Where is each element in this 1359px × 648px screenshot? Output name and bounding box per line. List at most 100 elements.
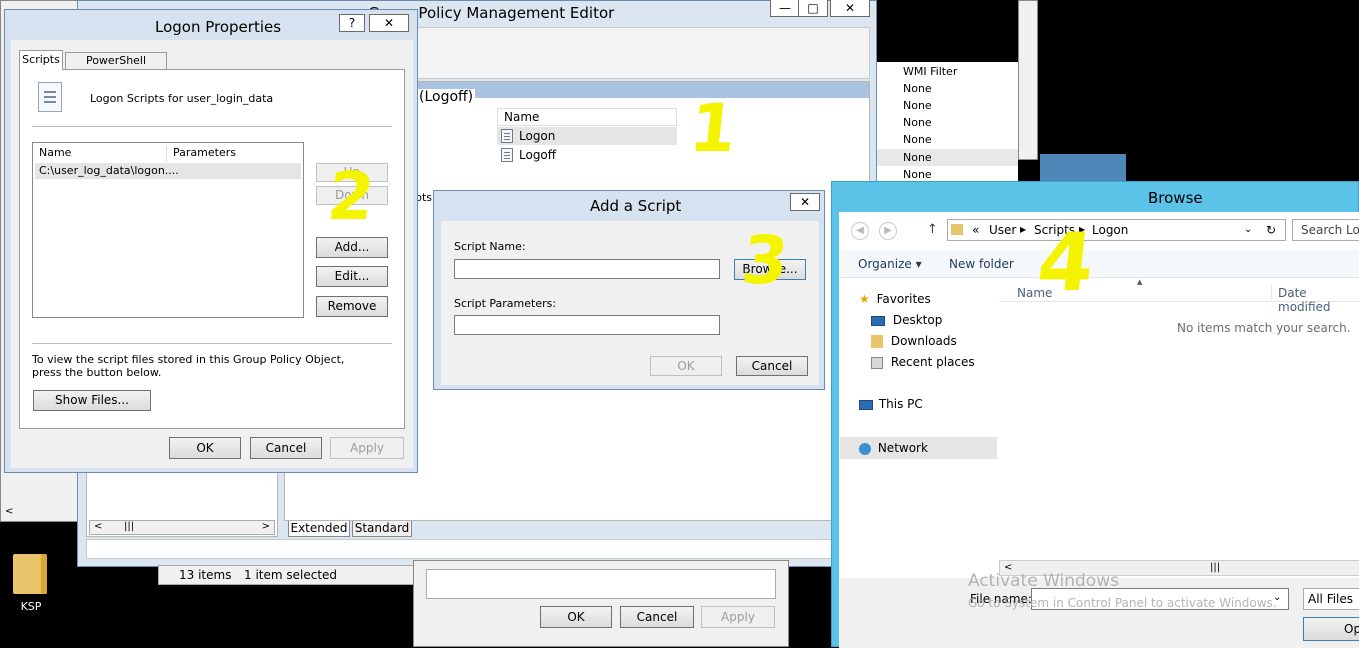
script-icon: [501, 129, 513, 143]
add-script-title: Add a Script: [590, 197, 682, 215]
refresh-icon[interactable]: ↻: [1266, 220, 1276, 240]
wmi-row: None: [903, 168, 932, 181]
list-item-label: Logon: [519, 129, 556, 143]
folder-icon: [951, 224, 963, 235]
browse-title: Browse: [1148, 189, 1203, 207]
wmi-row: None: [903, 99, 932, 112]
nav-downloads[interactable]: Downloads: [871, 334, 957, 348]
computer-icon: [859, 399, 873, 410]
tab-scripts[interactable]: Scripts: [19, 50, 63, 70]
new-folder-button[interactable]: New folder: [949, 257, 1014, 271]
script-row-path: C:\user_log_data\logon....: [39, 164, 179, 177]
nav-this-pc-label: This PC: [878, 397, 923, 411]
tab-panel: Logon Scripts for user_login_data Name P…: [19, 69, 405, 429]
scripts-listview[interactable]: Name Parameters C:\user_log_data\logon..…: [32, 142, 304, 318]
script-name-input[interactable]: [454, 259, 720, 279]
list-item-logon[interactable]: Logon: [497, 127, 677, 145]
help-button[interactable]: ?: [339, 14, 365, 32]
gpme-maximize-button[interactable]: □: [798, 0, 828, 17]
search-box[interactable]: Search Log: [1292, 219, 1359, 241]
nav-downloads-label: Downloads: [890, 334, 957, 348]
wmi-row: None: [903, 133, 932, 146]
logon-apply-button[interactable]: Apply: [330, 437, 404, 459]
name-column-header[interactable]: Name: [497, 108, 677, 126]
info-text: To view the script files stored in this …: [32, 353, 345, 379]
scroll-right-arrow[interactable]: >: [262, 521, 270, 532]
wmi-header: WMI Filter: [903, 65, 958, 78]
background-right-window: [1018, 0, 1038, 160]
list-item-logoff[interactable]: Logoff: [497, 146, 677, 164]
breadcrumb-separator-icon: ▶: [1020, 225, 1027, 234]
script-params-label: Script Parameters:: [454, 297, 557, 310]
scroll-thumb[interactable]: |||: [1210, 562, 1220, 573]
up-folder-icon[interactable]: ↑: [927, 222, 938, 237]
breadcrumb-user[interactable]: User: [989, 220, 1016, 240]
annotation-2: 2: [324, 158, 379, 235]
tree-hscroll[interactable]: < ||| >: [89, 520, 275, 535]
address-bar[interactable]: « User ▶ Scripts ▶ Logon ⌄ ↻: [947, 219, 1286, 241]
script-params-input[interactable]: [454, 315, 720, 335]
left-scroll-arrow[interactable]: <: [5, 506, 13, 517]
open-button-label: Open: [1344, 622, 1359, 636]
section-header-text: (Logoff): [417, 89, 476, 105]
logon-body: Scripts PowerShell Scripts Logon Scripts…: [11, 40, 413, 468]
organize-menu[interactable]: Organize ▾: [858, 257, 922, 271]
wmi-row: None: [903, 116, 932, 129]
tab-standard[interactable]: Standard: [352, 521, 412, 537]
wmi-row-selected: [877, 149, 1018, 166]
nav-network-label: Network: [877, 441, 928, 455]
file-type-select[interactable]: All Files: [1303, 588, 1359, 610]
show-files-button[interactable]: Show Files...: [33, 390, 151, 411]
chevron-down-icon[interactable]: ⌄: [1244, 220, 1252, 240]
wmi-row: None: [903, 82, 932, 95]
nav-favorites[interactable]: ★ Favorites: [859, 292, 931, 306]
tab-powershell-scripts[interactable]: PowerShell Scripts: [65, 52, 167, 83]
gpme-close-button[interactable]: ✕: [830, 0, 870, 17]
remove-button[interactable]: Remove: [316, 296, 388, 317]
scroll-left-arrow[interactable]: <: [94, 521, 102, 532]
name-column-label: Name: [504, 110, 540, 124]
nav-recent-places[interactable]: Recent places: [871, 355, 975, 369]
bottom-apply-button[interactable]: Apply: [701, 606, 775, 628]
logon-cancel-button[interactable]: Cancel: [250, 437, 322, 459]
back-button[interactable]: ◀: [851, 222, 869, 240]
add-button[interactable]: Add...: [316, 237, 388, 258]
col-params-header[interactable]: Parameters: [167, 146, 303, 162]
watermark-subtitle: Go to System in Control Panel to activat…: [968, 596, 1277, 610]
tab-extended[interactable]: Extended: [288, 521, 350, 537]
logon-close-button[interactable]: ✕: [369, 14, 409, 32]
list-item-label: Logoff: [519, 148, 557, 162]
header-divider: [32, 126, 392, 127]
script-name-label: Script Name:: [454, 240, 526, 253]
folder-icon: [13, 554, 47, 594]
desktop-folder-icon[interactable]: KSP: [8, 548, 54, 618]
edit-button[interactable]: Edit...: [316, 266, 388, 287]
desktop-icon: [871, 315, 885, 326]
gpme-minimize-button[interactable]: —: [770, 0, 800, 17]
desktop-icon-label: KSP: [20, 600, 42, 613]
logon-properties-title: Logon Properties: [155, 18, 282, 36]
bottom-cancel-button[interactable]: Cancel: [620, 606, 694, 628]
bottom-ok-button[interactable]: OK: [540, 606, 612, 628]
watermark-title: Activate Windows: [968, 571, 1119, 591]
add-script-close-button[interactable]: ✕: [790, 193, 820, 211]
nav-this-pc[interactable]: This PC: [859, 397, 923, 411]
wmi-row: None: [903, 151, 932, 164]
col-date-header[interactable]: Date modified: [1278, 286, 1359, 314]
add-script-ok-button[interactable]: OK: [650, 356, 722, 376]
forward-button[interactable]: ▶: [879, 222, 897, 240]
open-button[interactable]: Open: [1303, 617, 1359, 641]
status-selected: 1 item selected: [244, 568, 338, 582]
scroll-thumb[interactable]: |||: [124, 521, 134, 532]
add-script-cancel-button[interactable]: Cancel: [736, 356, 808, 376]
nav-favorites-label: Favorites: [876, 292, 931, 306]
col-name-header[interactable]: Name: [33, 146, 167, 162]
wmi-filter-list: WMI Filter None None None None None None: [877, 62, 1018, 182]
breadcrumb-overflow[interactable]: «: [972, 220, 979, 240]
bottom-properties-dialog: OK Cancel Apply: [413, 560, 789, 647]
logon-ok-button[interactable]: OK: [169, 437, 241, 459]
nav-desktop[interactable]: Desktop: [871, 313, 942, 327]
script-file-icon: [38, 82, 62, 112]
logon-properties-dialog: Logon Properties ? ✕ Scripts PowerShell …: [4, 9, 418, 473]
nav-network[interactable]: Network: [840, 437, 997, 459]
